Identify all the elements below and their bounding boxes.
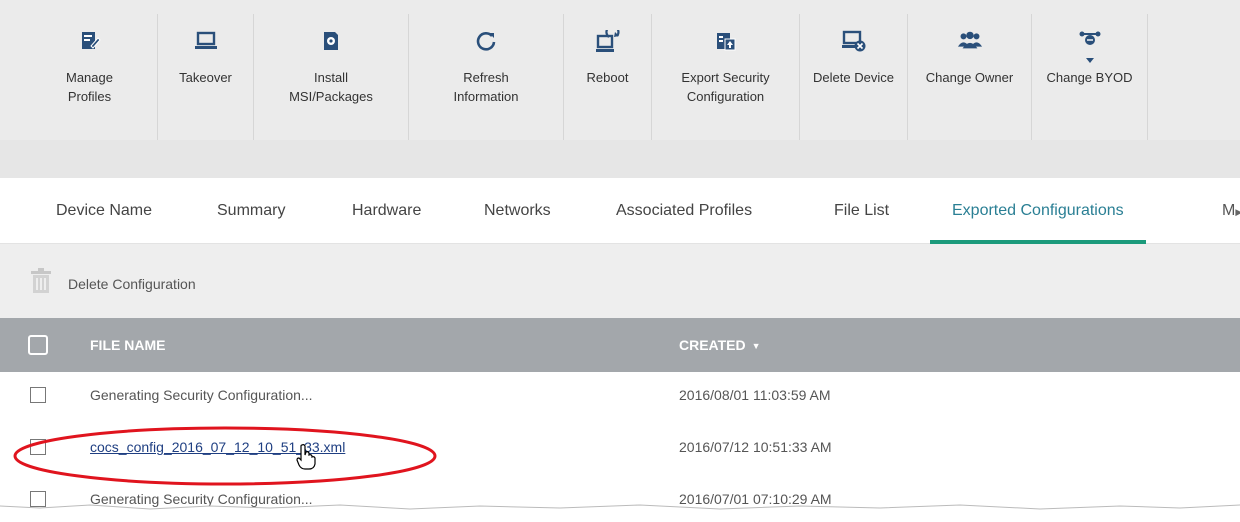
- change-byod-button[interactable]: Change BYOD: [1032, 14, 1148, 140]
- column-header-created-label: CREATED: [679, 337, 746, 353]
- change-owner-label: Change Owner: [925, 70, 1014, 85]
- hand-cursor-icon: [296, 444, 316, 470]
- reboot-button[interactable]: Reboot: [564, 14, 652, 140]
- change-byod-label: Change BYOD: [1046, 70, 1133, 85]
- action-bar: Delete Configuration: [0, 244, 1240, 318]
- column-header-file-name[interactable]: FILE NAME: [90, 318, 165, 372]
- laptop-icon: [193, 28, 219, 54]
- created-cell: 2016/07/12 10:51:33 AM: [679, 439, 832, 455]
- row-checkbox[interactable]: [30, 439, 46, 455]
- tab-summary[interactable]: Summary: [217, 178, 285, 244]
- refresh-information-label: Refresh Information: [453, 70, 519, 104]
- change-byod-icon: [1077, 28, 1103, 54]
- torn-edge: [0, 504, 1240, 512]
- install-packages-label: Install MSI/Packages: [289, 70, 373, 104]
- change-owner-icon: [957, 28, 983, 54]
- reboot-label: Reboot: [586, 70, 629, 85]
- install-package-icon: [318, 28, 344, 54]
- chevron-down-icon: [1085, 58, 1094, 63]
- table-row: Generating Security Configuration... 201…: [0, 372, 1240, 418]
- table-row: Generating Security Configuration... 201…: [0, 476, 1240, 522]
- file-name-cell: Generating Security Configuration...: [90, 491, 313, 507]
- reboot-icon: [595, 28, 621, 54]
- delete-device-label: Delete Device: [813, 70, 894, 85]
- tab-file-list[interactable]: File List: [834, 178, 889, 244]
- trash-icon: [30, 268, 52, 299]
- file-name-cell: Generating Security Configuration...: [90, 387, 313, 403]
- export-security-configuration-label: Export Security Configuration: [681, 70, 770, 104]
- select-all-checkbox[interactable]: [28, 335, 48, 355]
- table-header: FILE NAME CREATED ▼: [0, 318, 1240, 372]
- tab-exported-configurations[interactable]: Exported Configurations: [930, 178, 1146, 244]
- refresh-icon: [473, 28, 499, 54]
- takeover-label: Takeover: [179, 70, 232, 85]
- tab-device-name[interactable]: Device Name: [56, 178, 152, 244]
- created-cell: 2016/08/01 11:03:59 AM: [679, 387, 831, 403]
- table-row: cocs_config_2016_07_12_10_51_33.xml 2016…: [0, 424, 1240, 470]
- row-checkbox[interactable]: [30, 387, 46, 403]
- chevron-right-icon: ▶: [1235, 207, 1240, 217]
- sort-down-icon: ▼: [751, 341, 761, 351]
- column-header-created[interactable]: CREATED ▼: [679, 318, 761, 373]
- manage-profiles-button[interactable]: Manage Profiles: [22, 14, 158, 140]
- takeover-button[interactable]: Takeover: [158, 14, 254, 140]
- delete-device-icon: [841, 28, 867, 54]
- delete-device-button[interactable]: Delete Device: [800, 14, 908, 140]
- manage-profiles-label: Manage Profiles: [66, 70, 113, 104]
- install-packages-button[interactable]: Install MSI/Packages: [254, 14, 409, 140]
- tab-overflow[interactable]: M▶: [1222, 178, 1240, 244]
- device-toolbar: Manage Profiles Takeover Install MSI/Pac…: [0, 0, 1240, 140]
- change-owner-button[interactable]: Change Owner: [908, 14, 1032, 140]
- export-security-configuration-button[interactable]: Export Security Configuration: [652, 14, 800, 140]
- export-config-icon: [713, 28, 739, 54]
- manage-profiles-icon: [77, 28, 103, 54]
- device-tabs: Device Name Summary Hardware Networks As…: [0, 178, 1240, 244]
- tab-associated-profiles[interactable]: Associated Profiles: [616, 178, 752, 244]
- tab-overflow-label: M: [1222, 202, 1236, 219]
- toolbar-separator: [0, 140, 1240, 178]
- delete-configuration-label: Delete Configuration: [68, 275, 196, 292]
- created-cell: 2016/07/01 07:10:29 AM: [679, 491, 832, 507]
- refresh-information-button[interactable]: Refresh Information: [409, 14, 564, 140]
- tab-networks[interactable]: Networks: [484, 178, 551, 244]
- delete-configuration-button[interactable]: Delete Configuration: [30, 268, 196, 299]
- tab-hardware[interactable]: Hardware: [352, 178, 421, 244]
